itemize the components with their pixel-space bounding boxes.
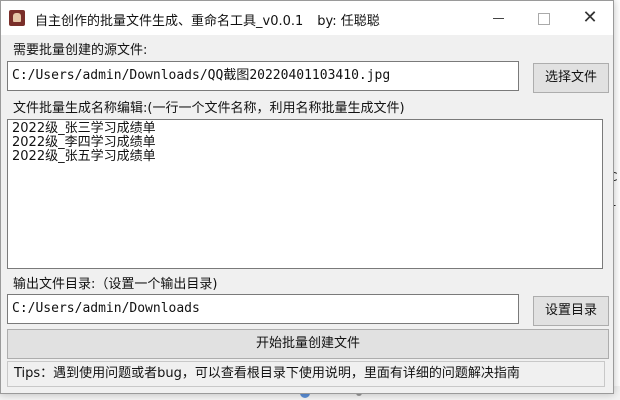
name-line: 2022级_李四学习成绩单 (12, 135, 156, 150)
output-dir-label: 输出文件目录:（设置一个输出目录) (13, 277, 218, 292)
window-title: 自主创作的批量文件生成、重命名工具_v0.0.1 by: 任聪聪 (35, 10, 380, 29)
title-bar[interactable]: 自主创作的批量文件生成、重命名工具_v0.0.1 by: 任聪聪 ✕ (1, 1, 613, 35)
select-file-button[interactable]: 选择文件 (533, 63, 609, 93)
app-window: 自主创作的批量文件生成、重命名工具_v0.0.1 by: 任聪聪 ✕ 需要批量创建… (0, 0, 614, 394)
set-directory-button[interactable]: 设置目录 (533, 296, 609, 326)
window-title-author: by: 任聪聪 (317, 14, 380, 29)
maximize-icon (538, 12, 550, 25)
source-file-input[interactable]: C:/Users/admin/Downloads/QQ截图20220401103… (7, 61, 519, 91)
close-icon: ✕ (582, 7, 598, 28)
close-button[interactable]: ✕ (567, 1, 613, 35)
source-file-label: 需要批量创建的源文件: (13, 43, 148, 58)
minimize-button[interactable] (475, 1, 521, 35)
minimize-icon (492, 18, 504, 19)
name-line: 2022级_张五学习成绩单 (12, 149, 156, 164)
tips-status-bar: Tips：遇到使用问题或者bug，可以查看根目录下使用说明，里面有详细的问题解决… (7, 361, 605, 387)
maximize-button[interactable] (521, 1, 567, 35)
name-line: 2022级_张三学习成绩单 (12, 121, 156, 136)
names-textarea[interactable]: 2022级_张三学习成绩单 2022级_李四学习成绩单 2022级_张五学习成绩… (7, 119, 603, 269)
window-title-text: 自主创作的批量文件生成、重命名工具_v0.0.1 (35, 14, 304, 29)
start-create-button[interactable]: 开始批量创建文件 (7, 329, 609, 359)
output-dir-input[interactable]: C:/Users/admin/Downloads (7, 294, 519, 324)
names-editor-label: 文件批量生成名称编辑:(一行一个文件名称，利用名称批量生成文件) (13, 101, 405, 116)
app-icon (9, 10, 25, 26)
